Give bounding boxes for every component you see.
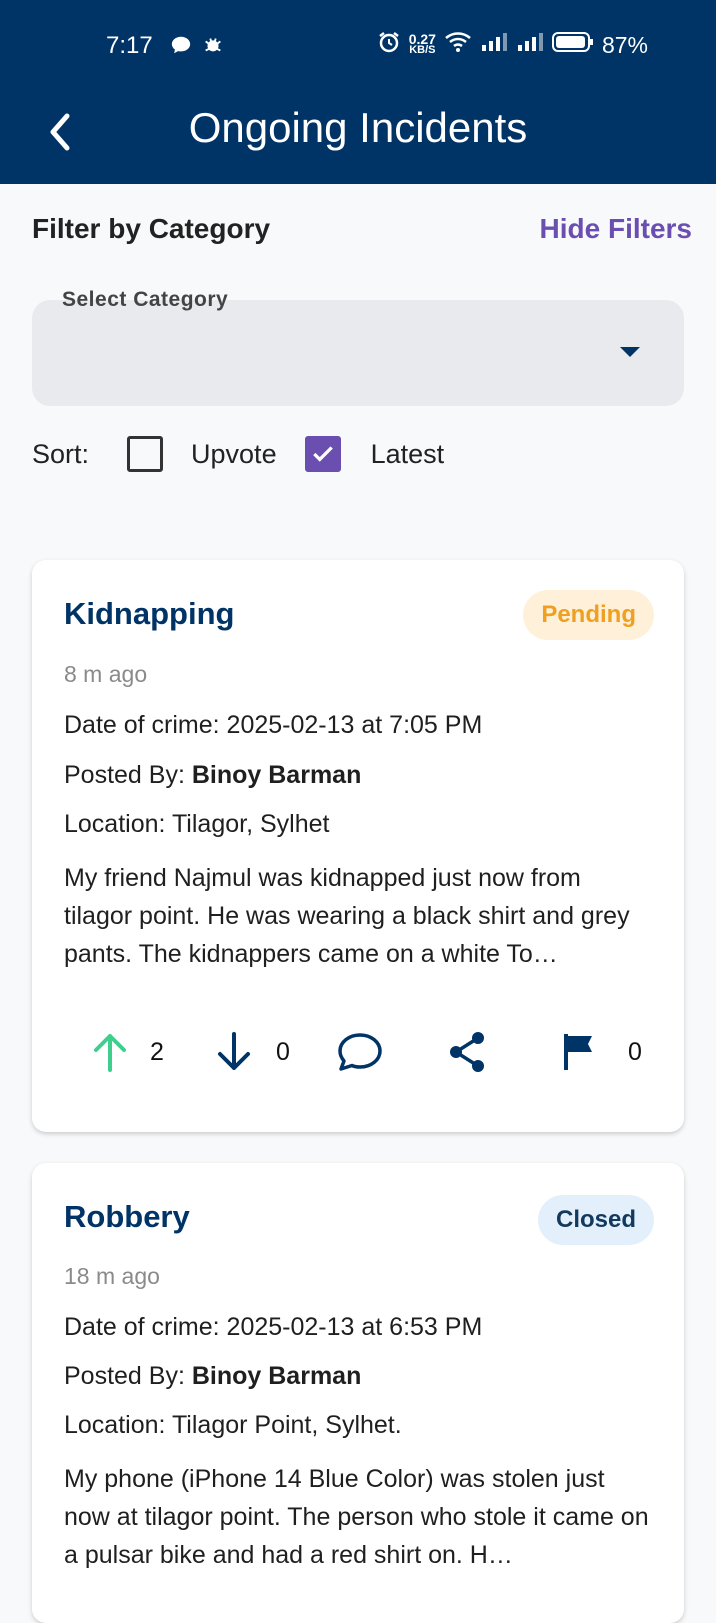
share-icon xyxy=(450,1032,484,1072)
category-select-label: Select Category xyxy=(62,288,229,311)
upvote-option-label[interactable]: Upvote xyxy=(191,439,277,470)
comment-icon xyxy=(338,1033,382,1071)
page-title: Ongoing Incidents xyxy=(188,104,528,151)
incident-card[interactable]: Robbery Closed 18 m ago Date of crime: 2… xyxy=(32,1163,684,1623)
wifi-icon xyxy=(444,30,472,60)
alarm-icon xyxy=(377,30,401,60)
flag-button[interactable]: 0 xyxy=(562,1022,642,1082)
notification-icons xyxy=(170,34,224,61)
incident-location: Location: Tilagor Point, Sylhet. xyxy=(64,1411,402,1439)
app-bar: Ongoing Incidents xyxy=(0,90,716,184)
incident-location: Location: Tilagor, Sylhet xyxy=(64,810,330,838)
caret-down-icon xyxy=(620,347,640,357)
battery-percent: 87% xyxy=(601,31,648,58)
downvote-button[interactable]: 0 xyxy=(214,1022,290,1082)
signal-icon xyxy=(480,31,508,59)
bug-icon xyxy=(202,34,224,61)
incident-posted-by: Posted By: Binoy Barman xyxy=(64,761,361,790)
incident-description: My phone (iPhone 14 Blue Color) was stol… xyxy=(64,1465,649,1569)
posted-by-label: Posted By: xyxy=(64,761,185,789)
arrow-down-icon xyxy=(218,1032,250,1070)
battery-icon xyxy=(551,31,594,59)
status-right: 0.27 KB/S 87% xyxy=(377,30,648,60)
net-speed-unit: KB/S xyxy=(409,44,436,56)
posted-by-name: Binoy Barman xyxy=(191,761,362,789)
flag-count: 0 xyxy=(628,1037,642,1066)
category-select[interactable] xyxy=(32,300,684,406)
upvote-button[interactable]: 2 xyxy=(90,1022,164,1082)
incident-time-ago: 18 m ago xyxy=(64,1263,160,1289)
comment-button[interactable] xyxy=(336,1022,384,1082)
net-speed: 0.27 KB/S xyxy=(409,32,436,56)
latest-checkbox[interactable] xyxy=(304,436,341,472)
incident-date: Date of crime: 2025-02-13 at 7:05 PM xyxy=(64,711,483,739)
posted-by-name: Binoy Barman xyxy=(191,1362,362,1390)
filter-heading: Filter by Category xyxy=(32,213,271,244)
incident-title: Robbery xyxy=(64,1199,190,1234)
sort-row: Sort: Upvote Latest xyxy=(32,436,444,472)
incident-card[interactable]: Kidnapping Pending 8 m ago Date of crime… xyxy=(32,560,684,1132)
signal-icon-2 xyxy=(516,31,544,59)
status-time: 7:17 xyxy=(106,32,153,59)
incident-time-ago: 8 m ago xyxy=(64,661,148,687)
status-bar: 7:17 0.27 KB/S 87% xyxy=(0,0,716,90)
incident-actions: 2 0 0 xyxy=(32,1022,684,1082)
checkmark-icon xyxy=(312,446,333,462)
share-button[interactable] xyxy=(446,1022,490,1082)
incident-posted-by: Posted By: Binoy Barman xyxy=(64,1362,361,1391)
latest-option-label[interactable]: Latest xyxy=(371,439,445,470)
incident-description: My friend Najmul was kidnapped just now … xyxy=(64,864,630,968)
arrow-up-icon xyxy=(94,1034,126,1072)
downvote-count: 0 xyxy=(276,1037,290,1066)
sort-label: Sort: xyxy=(32,438,90,469)
status-badge: Closed xyxy=(537,1195,654,1245)
incident-date: Date of crime: 2025-02-13 at 6:53 PM xyxy=(64,1313,483,1341)
flag-icon xyxy=(564,1034,592,1070)
posted-by-label: Posted By: xyxy=(64,1362,185,1390)
hide-filters-button[interactable]: Hide Filters xyxy=(540,213,692,245)
chat-bubble-icon xyxy=(170,34,192,61)
incident-title: Kidnapping xyxy=(64,596,235,631)
upvote-checkbox[interactable] xyxy=(127,436,164,472)
status-badge: Pending xyxy=(523,590,654,640)
upvote-count: 2 xyxy=(150,1037,164,1066)
